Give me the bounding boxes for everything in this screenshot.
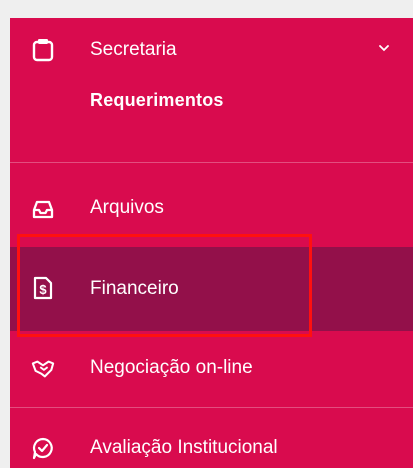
sidebar-item-label: Negociação on-line (90, 357, 253, 378)
sidebar-item-financeiro[interactable]: $ Financeiro (10, 247, 413, 331)
svg-text:$: $ (39, 282, 47, 297)
sidebar-item-label: Secretaria (90, 39, 177, 60)
sidebar-section-secretaria: Secretaria Requerimentos (10, 18, 413, 163)
sidebar-item-label: Arquivos (90, 197, 164, 218)
chevron-down-icon[interactable] (378, 42, 390, 54)
sidebar-menu: Secretaria Requerimentos Arquivos $ Fina… (10, 18, 413, 468)
sidebar-subitem-requerimentos[interactable]: Requerimentos (90, 88, 224, 112)
sidebar-item-arquivos[interactable]: Arquivos (10, 171, 413, 247)
sidebar-item-label: Avaliação Institucional (90, 437, 278, 458)
sidebar-item-secretaria[interactable]: Secretaria (10, 18, 413, 94)
dollar-document-icon: $ (31, 276, 55, 300)
sidebar-item-avaliacao[interactable]: Avaliação Institucional (10, 408, 413, 468)
chat-check-icon (31, 436, 55, 460)
clipboard-icon (31, 38, 55, 62)
handshake-icon (31, 357, 55, 381)
sidebar-item-negociacao[interactable]: Negociação on-line (10, 331, 413, 407)
sidebar-item-label: Financeiro (90, 278, 179, 299)
inbox-icon (31, 197, 55, 221)
